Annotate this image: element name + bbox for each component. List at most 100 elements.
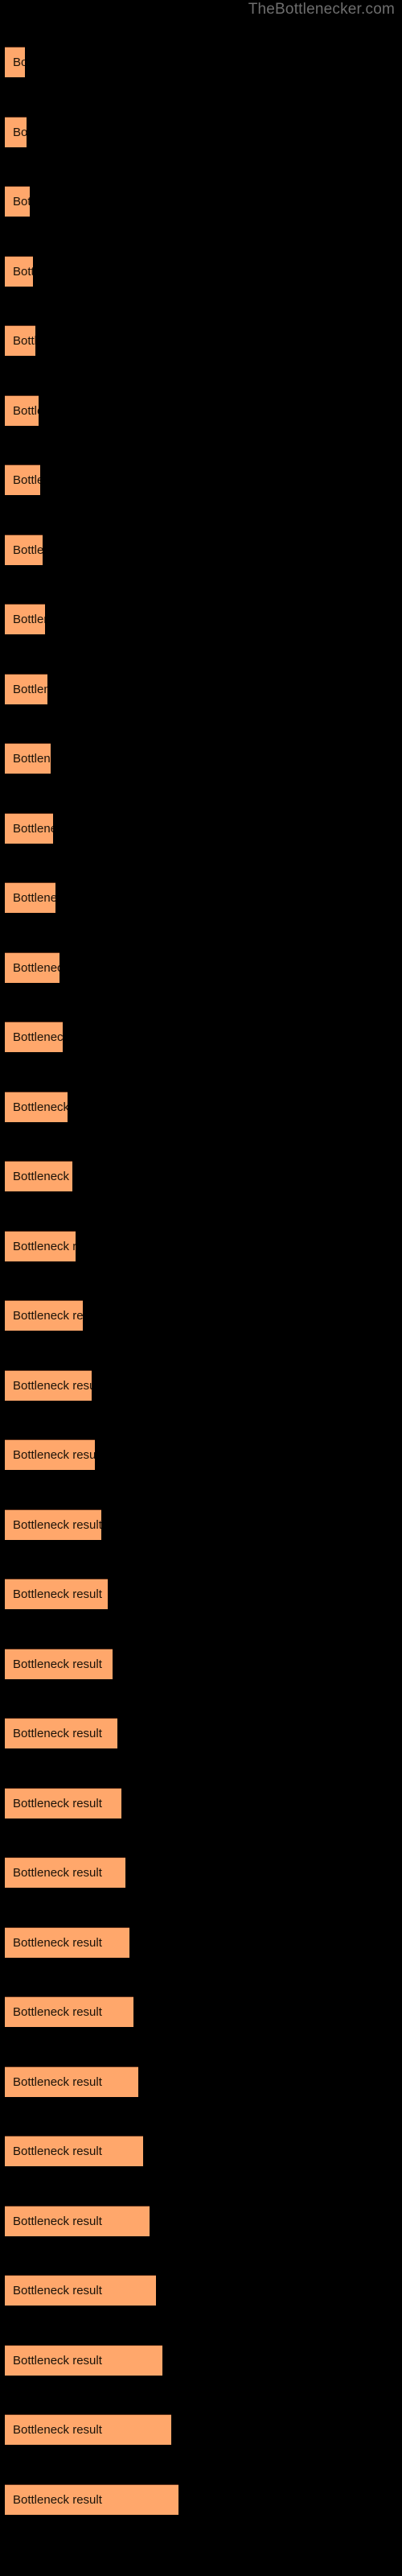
bar-label: Bottleneck result <box>13 1657 102 1671</box>
bar-row: Bottleneck result <box>0 1857 402 1888</box>
bar[interactable]: Bottleneck result <box>5 812 53 844</box>
bar-row: Bottleneck result <box>0 743 402 774</box>
bar-label: Bottleneck result <box>13 334 35 348</box>
bar-label: Bottleneck result <box>13 2284 102 2297</box>
bar[interactable]: Bottleneck result <box>5 394 39 426</box>
bar[interactable]: Bottleneck result <box>5 2066 138 2097</box>
bar-label: Bottleneck result <box>13 56 25 69</box>
bar[interactable]: Bottleneck result <box>5 1787 121 1818</box>
bar-label: Bottleneck result <box>13 682 47 696</box>
bar-row: Bottleneck result <box>0 116 402 147</box>
bar-label: Bottleneck result <box>13 1587 102 1601</box>
bar-row: Bottleneck result <box>0 1509 402 1540</box>
bar[interactable]: Bottleneck result <box>5 882 55 913</box>
bar[interactable]: Bottleneck result <box>5 1022 63 1052</box>
bar-row: Bottleneck result <box>0 673 402 704</box>
bar-row: Bottleneck result <box>0 534 402 565</box>
bar-row: Bottleneck result <box>0 2344 402 2376</box>
bar-label: Bottleneck result <box>13 1866 102 1880</box>
bar[interactable]: Bottleneck result <box>5 1579 108 1609</box>
bar-row: Bottleneck result <box>0 1439 402 1470</box>
bar-label: Bottleneck result <box>13 2005 102 2019</box>
bar[interactable]: Bottleneck result <box>5 1996 133 2027</box>
bar[interactable]: Bottleneck result <box>5 1091 68 1122</box>
bar[interactable]: Bottleneck result <box>5 116 27 147</box>
bar-row: Bottleneck result <box>0 1718 402 1748</box>
bar-row: Bottleneck result <box>0 1230 402 1261</box>
bar-label: Bottleneck result <box>13 195 30 208</box>
bar-label: Bottleneck result <box>13 821 53 836</box>
bar-row: Bottleneck result <box>0 1926 402 1958</box>
bar[interactable]: Bottleneck result <box>5 1300 83 1331</box>
bar[interactable]: Bottleneck result <box>5 2205 150 2236</box>
bar-row: Bottleneck result <box>0 394 402 426</box>
bar-label: Bottleneck result <box>13 125 27 139</box>
bar-label: Bottleneck result <box>13 473 40 487</box>
bar-row: Bottleneck result <box>0 1996 402 2027</box>
bar-row: Bottleneck result <box>0 1022 402 1052</box>
bottleneck-bar-chart: Bottleneck result Bottleneck result Bottle… <box>0 0 402 2576</box>
bar-label: Bottleneck result <box>13 1170 72 1183</box>
bar[interactable]: Bottleneck result <box>5 743 51 774</box>
bar-row: Bottleneck result <box>0 882 402 913</box>
bar-row: Bottleneck result <box>0 2205 402 2236</box>
bar-row: Bottleneck result <box>0 186 402 217</box>
bar[interactable]: Bottleneck result <box>5 2136 143 2166</box>
bar-row: Bottleneck result <box>0 1161 402 1191</box>
bar-label: Bottleneck result <box>13 1517 101 1532</box>
bar-label: Bottleneck result <box>13 2145 102 2158</box>
bar[interactable]: Bottleneck result <box>5 2344 162 2376</box>
bar-label: Bottleneck result <box>13 2353 102 2368</box>
bar[interactable]: Bottleneck result <box>5 1857 125 1888</box>
bar-label: Bottleneck result <box>13 1378 92 1393</box>
bar[interactable]: Bottleneck result <box>5 1439 95 1470</box>
bar-row: Bottleneck result <box>0 1091 402 1122</box>
bar-label: Bottleneck result <box>13 2074 102 2089</box>
bar-label: Bottleneck result <box>13 1727 102 1740</box>
bar-label: Bottleneck result <box>13 264 33 279</box>
bar[interactable]: Bottleneck result <box>5 2275 156 2306</box>
bar-row: Bottleneck result <box>0 1369 402 1401</box>
bar[interactable]: Bottleneck result <box>5 464 40 495</box>
bar[interactable]: Bottleneck result <box>5 186 30 217</box>
bar[interactable]: Bottleneck result <box>5 1509 101 1540</box>
bar-row: Bottleneck result <box>0 812 402 844</box>
bar-row: Bottleneck result <box>0 47 402 77</box>
bar-row: Bottleneck result <box>0 2483 402 2515</box>
bar[interactable]: Bottleneck result <box>5 673 47 704</box>
bar[interactable]: Bottleneck result <box>5 952 59 983</box>
bar-row: Bottleneck result <box>0 255 402 287</box>
bar[interactable]: Bottleneck result <box>5 1369 92 1401</box>
bar[interactable]: Bottleneck result <box>5 1718 117 1748</box>
bar[interactable]: Bottleneck result <box>5 325 35 356</box>
bar-label: Bottleneck result <box>13 891 55 905</box>
bar[interactable]: Bottleneck result <box>5 1926 129 1958</box>
bar-row: Bottleneck result <box>0 1787 402 1818</box>
bar[interactable]: Bottleneck result <box>5 1230 76 1261</box>
bar-row: Bottleneck result <box>0 604 402 634</box>
bar-label: Bottleneck result <box>13 1100 68 1114</box>
bar-row: Bottleneck result <box>0 464 402 495</box>
bar-label: Bottleneck result <box>13 403 39 418</box>
bar-row: Bottleneck result <box>0 952 402 983</box>
bar-row: Bottleneck result <box>0 1300 402 1331</box>
bar[interactable]: Bottleneck result <box>5 47 25 77</box>
bar-label: Bottleneck result <box>13 752 51 766</box>
bar[interactable]: Bottleneck result <box>5 534 43 565</box>
bar-label: Bottleneck result <box>13 1239 76 1253</box>
bar-row: Bottleneck result <box>0 2414 402 2445</box>
bar-row: Bottleneck result <box>0 325 402 356</box>
bar[interactable]: Bottleneck result <box>5 1161 72 1191</box>
bar[interactable]: Bottleneck result <box>5 604 45 634</box>
bar-label: Bottleneck result <box>13 1796 102 1810</box>
bar[interactable]: Bottleneck result <box>5 1648 113 1679</box>
bar-label: Bottleneck result <box>13 960 59 975</box>
bar-row: Bottleneck result <box>0 1579 402 1609</box>
bar-row: Bottleneck result <box>0 2136 402 2166</box>
bar[interactable]: Bottleneck result <box>5 2483 178 2515</box>
bar-label: Bottleneck result <box>13 2492 102 2507</box>
bar[interactable]: Bottleneck result <box>5 2414 171 2445</box>
bar-row: Bottleneck result <box>0 2275 402 2306</box>
bar[interactable]: Bottleneck result <box>5 255 33 287</box>
bar-label: Bottleneck result <box>13 1030 63 1044</box>
